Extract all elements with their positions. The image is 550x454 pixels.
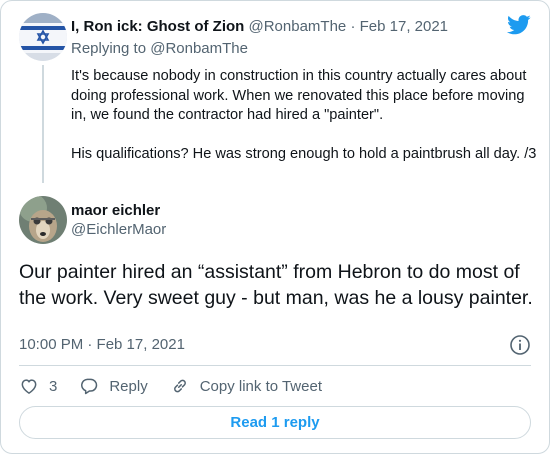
- reply-label: Reply: [109, 377, 148, 395]
- embedded-tweet-card: I, Ron ick: Ghost of Zion @RonbamThe · F…: [0, 0, 550, 454]
- heart-icon: [21, 379, 37, 394]
- main-tweet-text: Our painter hired an “assistant” from He…: [19, 261, 533, 309]
- speech-bubble-icon: [81, 378, 98, 395]
- reply-button[interactable]: Reply: [79, 376, 148, 396]
- dog-photo-avatar-image: [19, 196, 67, 244]
- twitter-bird-icon[interactable]: [507, 15, 531, 35]
- info-icon[interactable]: [509, 334, 531, 356]
- parent-author-handle[interactable]: @RonbamThe: [249, 18, 347, 35]
- header-separator: ·: [350, 18, 356, 35]
- israel-flag-avatar-image: [19, 13, 67, 61]
- copy-link-button[interactable]: Copy link to Tweet: [170, 376, 322, 396]
- like-button[interactable]: 3: [19, 376, 57, 396]
- main-author-handle[interactable]: @EichlerMaor: [71, 220, 166, 240]
- thread-connector-line: [42, 65, 44, 183]
- replying-to-line: Replying to @RonbamThe: [71, 39, 248, 59]
- parent-author-name[interactable]: I, Ron ick: Ghost of Zion: [71, 18, 244, 35]
- parent-author-avatar[interactable]: [19, 13, 67, 61]
- link-icon: [173, 379, 186, 393]
- parent-tweet-paragraph: His qualifications? He was strong enough…: [71, 146, 537, 162]
- parent-tweet-paragraph: It's because nobody in construction in t…: [71, 68, 527, 123]
- parent-tweet-date[interactable]: Feb 17, 2021: [360, 18, 448, 35]
- tweet-timestamp[interactable]: 10:00 PM · Feb 17, 2021: [19, 335, 185, 355]
- main-author-name[interactable]: maor eichler: [71, 201, 160, 221]
- parent-tweet-header: I, Ron ick: Ghost of Zion @RonbamThe · F…: [71, 17, 448, 37]
- main-author-avatar[interactable]: [19, 196, 67, 244]
- replying-to-handle[interactable]: @RonbamThe: [150, 40, 248, 57]
- copy-link-label: Copy link to Tweet: [199, 377, 322, 395]
- parent-tweet-text: It's because nobody in construction in t…: [71, 67, 541, 165]
- actions-divider: [19, 365, 531, 366]
- replying-to-label: Replying to: [71, 40, 147, 57]
- tweet-actions-bar: 3 Reply Copy link to Tweet: [19, 375, 344, 397]
- read-replies-button[interactable]: Read 1 reply: [19, 406, 531, 439]
- like-count: 3: [49, 377, 58, 395]
